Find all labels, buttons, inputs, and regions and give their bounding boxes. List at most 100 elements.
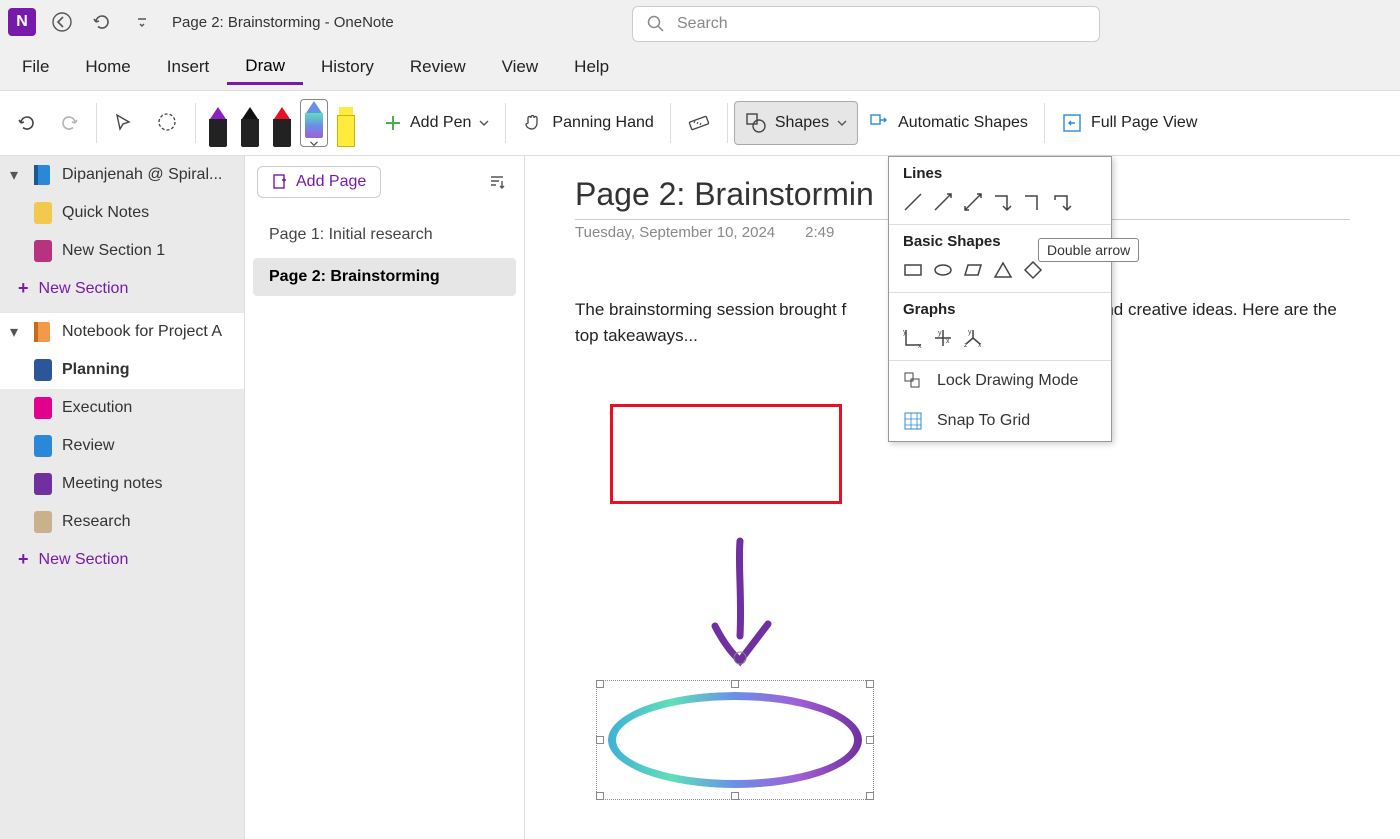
resize-handle[interactable] bbox=[731, 680, 739, 688]
red-rectangle-shape[interactable] bbox=[610, 404, 842, 504]
shape-graph-quadrant[interactable]: yx bbox=[931, 326, 955, 350]
resize-handle[interactable] bbox=[731, 792, 739, 800]
ruler-button[interactable] bbox=[677, 101, 721, 145]
window-title: Page 2: Brainstorming - OneNote bbox=[172, 14, 394, 31]
shapes-button[interactable]: Shapes bbox=[734, 101, 858, 145]
notebook-header-2[interactable]: ▾ Notebook for Project A bbox=[0, 313, 244, 351]
back-button[interactable] bbox=[48, 8, 76, 36]
resize-handle[interactable] bbox=[866, 736, 874, 744]
section-new-section-1[interactable]: New Section 1 bbox=[0, 232, 244, 270]
lasso-tool[interactable] bbox=[145, 101, 189, 145]
panning-hand-button[interactable]: Panning Hand bbox=[512, 101, 663, 145]
purple-arrow-drawing[interactable] bbox=[700, 536, 780, 676]
section-review[interactable]: Review bbox=[0, 427, 244, 465]
shape-graph-xy[interactable]: yx bbox=[901, 326, 925, 350]
sections-sidebar: ▾ Dipanjenah @ Spiral... Quick Notes New… bbox=[0, 156, 245, 839]
chevron-down-icon: ▾ bbox=[10, 322, 22, 342]
ruler-icon bbox=[687, 111, 711, 135]
gradient-ellipse-selected[interactable] bbox=[600, 684, 870, 796]
ribbon: Add Pen Panning Hand Shapes Automatic Sh… bbox=[0, 90, 1400, 156]
plus-icon bbox=[384, 114, 402, 132]
pen-black[interactable] bbox=[236, 99, 264, 147]
section-quick-notes[interactable]: Quick Notes bbox=[0, 194, 244, 232]
sort-pages-button[interactable] bbox=[482, 167, 512, 197]
new-section-button-2[interactable]: + New Section bbox=[0, 541, 244, 578]
section-research[interactable]: Research bbox=[0, 503, 244, 541]
notebook-label: Dipanjenah @ Spiral... bbox=[62, 166, 222, 184]
menu-help[interactable]: Help bbox=[556, 51, 627, 83]
section-meeting-notes[interactable]: Meeting notes bbox=[0, 465, 244, 503]
section-planning[interactable]: Planning bbox=[0, 351, 244, 389]
full-page-view-button[interactable]: Full Page View bbox=[1051, 101, 1207, 145]
section-execution[interactable]: Execution bbox=[0, 389, 244, 427]
search-placeholder: Search bbox=[677, 15, 728, 33]
menu-insert[interactable]: Insert bbox=[149, 51, 228, 83]
svg-text:y: y bbox=[968, 329, 972, 336]
section-label: Review bbox=[62, 437, 114, 455]
main-area: ▾ Dipanjenah @ Spiral... Quick Notes New… bbox=[0, 156, 1400, 839]
plus-icon: + bbox=[18, 549, 29, 570]
shape-elbow-arrow[interactable] bbox=[991, 190, 1015, 214]
undo-ribbon-button[interactable] bbox=[6, 101, 48, 145]
shape-ellipse[interactable] bbox=[931, 258, 955, 282]
page-item-1[interactable]: Page 1: Initial research bbox=[253, 216, 516, 254]
lock-drawing-mode[interactable]: Lock Drawing Mode bbox=[889, 361, 1111, 401]
resize-handle[interactable] bbox=[866, 680, 874, 688]
page-item-2[interactable]: Page 2: Brainstorming bbox=[253, 258, 516, 296]
pages-pane: Add Page Page 1: Initial research Page 2… bbox=[245, 156, 525, 839]
app-icon: N bbox=[8, 8, 36, 36]
add-page-label: Add Page bbox=[296, 173, 366, 191]
highlighter-yellow[interactable] bbox=[332, 99, 360, 147]
select-tool[interactable] bbox=[103, 101, 145, 145]
resize-handle[interactable] bbox=[596, 792, 604, 800]
add-page-button[interactable]: Add Page bbox=[257, 166, 381, 198]
pen-gradient[interactable] bbox=[300, 99, 328, 147]
automatic-shapes-button[interactable]: Automatic Shapes bbox=[858, 101, 1038, 145]
section-label: New Section 1 bbox=[62, 242, 165, 260]
undo-button[interactable] bbox=[88, 8, 116, 36]
section-color-icon bbox=[34, 435, 52, 457]
new-section-button-1[interactable]: + New Section bbox=[0, 270, 244, 307]
notebook-header-1[interactable]: ▾ Dipanjenah @ Spiral... bbox=[0, 156, 244, 194]
snap-grid-icon bbox=[903, 411, 923, 431]
shapes-icon bbox=[745, 112, 767, 134]
section-color-icon bbox=[34, 473, 52, 495]
page-date: Tuesday, September 10, 2024 bbox=[575, 224, 775, 241]
add-page-icon bbox=[272, 174, 288, 190]
shape-double-arrow[interactable] bbox=[1051, 190, 1075, 214]
section-label: Research bbox=[62, 513, 130, 531]
shape-arrow[interactable] bbox=[931, 190, 955, 214]
pen-red[interactable] bbox=[268, 99, 296, 147]
search-icon bbox=[647, 15, 665, 33]
menu-review[interactable]: Review bbox=[392, 51, 484, 83]
lock-drawing-label: Lock Drawing Mode bbox=[937, 372, 1078, 390]
shape-graph-3d[interactable]: yzx bbox=[961, 326, 985, 350]
menu-home[interactable]: Home bbox=[67, 51, 148, 83]
automatic-shapes-label: Automatic Shapes bbox=[898, 114, 1028, 132]
resize-handle[interactable] bbox=[866, 792, 874, 800]
shape-rectangle[interactable] bbox=[901, 258, 925, 282]
tooltip-double-arrow: Double arrow bbox=[1038, 238, 1139, 262]
shape-triangle[interactable] bbox=[991, 258, 1015, 282]
add-pen-button[interactable]: Add Pen bbox=[374, 101, 499, 145]
lock-drawing-icon bbox=[903, 371, 923, 391]
redo-ribbon-button[interactable] bbox=[48, 101, 90, 145]
resize-handle[interactable] bbox=[596, 736, 604, 744]
svg-text:x: x bbox=[946, 338, 950, 345]
menu-history[interactable]: History bbox=[303, 51, 392, 83]
hand-icon bbox=[522, 112, 544, 134]
snap-to-grid[interactable]: Snap To Grid bbox=[889, 401, 1111, 441]
menu-file[interactable]: File bbox=[4, 51, 67, 83]
shape-elbow[interactable] bbox=[1021, 190, 1045, 214]
menu-draw[interactable]: Draw bbox=[227, 50, 303, 85]
pen-purple[interactable] bbox=[204, 99, 232, 147]
shape-double-arrow-diag[interactable] bbox=[961, 190, 985, 214]
search-input[interactable]: Search bbox=[632, 6, 1100, 42]
resize-handle[interactable] bbox=[596, 680, 604, 688]
menu-view[interactable]: View bbox=[484, 51, 557, 83]
shape-line[interactable] bbox=[901, 190, 925, 214]
quick-access-dropdown[interactable] bbox=[128, 8, 156, 36]
shape-parallelogram[interactable] bbox=[961, 258, 985, 282]
chevron-down-icon bbox=[837, 118, 847, 128]
section-color-icon bbox=[34, 240, 52, 262]
